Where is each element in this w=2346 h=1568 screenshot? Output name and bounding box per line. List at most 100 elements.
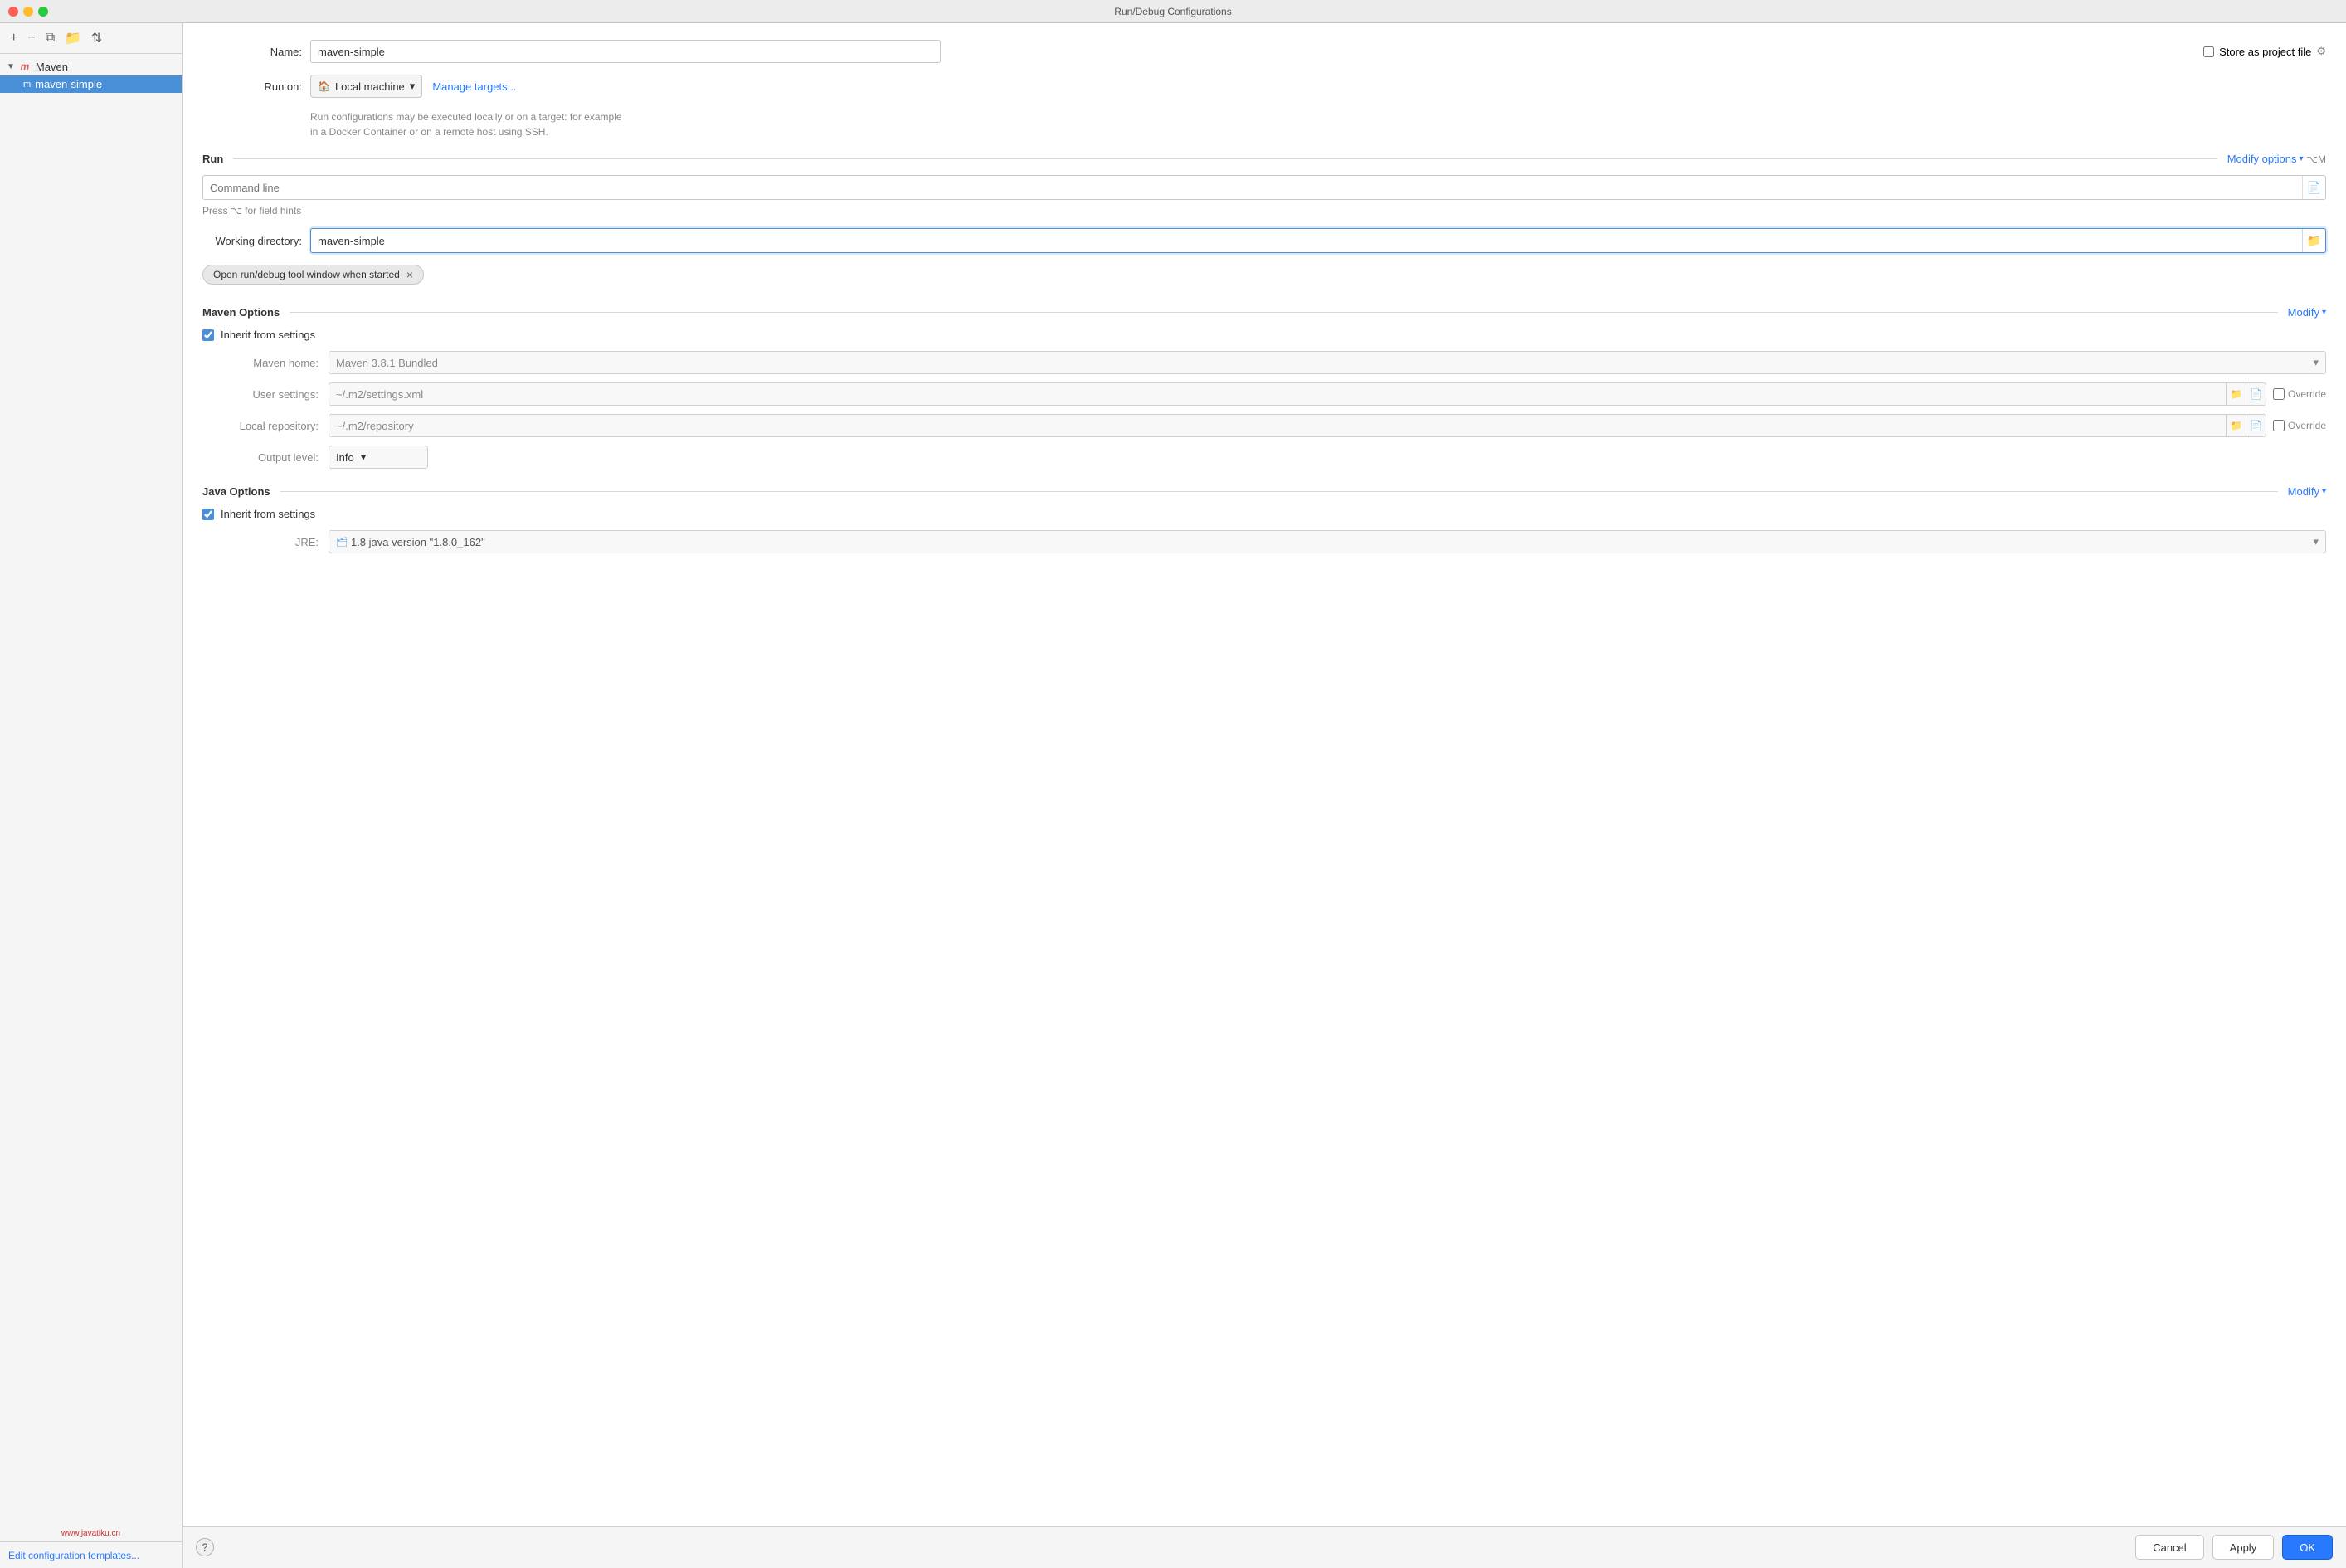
java-modify-area: Modify ▾ [2288,485,2326,498]
content-area: Name: Store as project file ⚙ Run on: 🏠 … [183,23,2346,1568]
command-line-icon-button[interactable]: 📄 [2302,176,2325,199]
store-project-file-area: Store as project file ⚙ [2203,45,2326,58]
chevron-down-icon: ▾ [2322,487,2326,496]
sort-config-button[interactable]: ⇅ [88,28,105,48]
output-level-value: Info [336,451,354,464]
maven-options-area: Inherit from settings Maven home: Maven … [202,329,2326,469]
chevron-down-icon: ▾ [2313,535,2319,548]
modify-options-button[interactable]: Modify options ▾ [2227,153,2304,165]
local-repo-override: Override [2273,420,2326,431]
local-repo-override-label: Override [2288,420,2326,431]
chevron-down-icon: ▾ [2322,308,2326,317]
modify-options-area: Modify options ▾ ⌥M [2227,153,2326,165]
working-dir-browse-button[interactable]: 📁 [2302,229,2325,252]
command-line-input[interactable] [203,182,2302,194]
user-settings-override-checkbox[interactable] [2273,388,2285,400]
run-on-label: Run on: [202,80,302,93]
user-settings-override: Override [2273,388,2326,400]
window-title: Run/Debug Configurations [1114,6,1231,17]
sidebar-item-maven-simple[interactable]: m maven-simple [0,75,182,93]
user-settings-input[interactable] [329,388,2226,401]
java-options-area: Inherit from settings JRE: 🗂 1.8 java ve… [202,508,2326,553]
run-section-title: Run [202,153,223,165]
sidebar-footer: Edit configuration templates... [0,1541,182,1568]
java-inherit-checkbox[interactable] [202,509,214,520]
content-scroll: Name: Store as project file ⚙ Run on: 🏠 … [183,23,2346,1526]
sidebar-group-label: Maven [36,61,68,73]
chevron-down-icon: ▾ [361,450,367,464]
local-repo-container: 📁 📄 [329,414,2266,437]
local-repo-doc-button[interactable]: 📄 [2246,415,2266,436]
user-settings-label: User settings: [219,388,319,401]
run-section-header: Run Modify options ▾ ⌥M [202,153,2326,165]
apply-button[interactable]: Apply [2212,1535,2275,1560]
maven-home-select[interactable]: Maven 3.8.1 Bundled ▾ [329,351,2326,374]
local-repo-input[interactable] [329,420,2226,432]
close-button[interactable] [8,7,18,17]
copy-config-button[interactable]: ⧉ [42,29,58,47]
maven-options-title: Maven Options [202,306,280,319]
chip-label: Open run/debug tool window when started [213,269,400,280]
sidebar-group-maven[interactable]: ▼ m Maven [0,57,182,75]
java-inherit-row: Inherit from settings [202,508,2326,520]
ok-button[interactable]: OK [2282,1535,2333,1560]
user-settings-folder-button[interactable]: 📁 [2226,383,2246,405]
bottom-bar: ? Cancel Apply OK [183,1526,2346,1568]
maven-divider [290,312,2277,313]
jre-value: 1.8 java version "1.8.0_162" [351,536,2314,548]
edit-templates-link[interactable]: Edit configuration templates... [8,1550,139,1561]
watermark: www.javatiku.cn [0,1526,182,1541]
run-on-select[interactable]: 🏠 Local machine ▾ [310,75,422,98]
jre-label: JRE: [219,536,319,548]
maximize-button[interactable] [38,7,48,17]
cancel-button[interactable]: Cancel [2135,1535,2203,1560]
store-project-file-label: Store as project file [2219,46,2311,58]
store-project-file-checkbox[interactable] [2203,46,2214,57]
user-settings-doc-button[interactable]: 📄 [2246,383,2266,405]
jre-select[interactable]: 🗂 1.8 java version "1.8.0_162" ▾ [329,530,2326,553]
chevron-down-icon: ▾ [2300,154,2304,163]
run-on-row: Run on: 🏠 Local machine ▾ Manage targets… [202,75,2326,98]
maven-home-label: Maven home: [219,357,319,369]
working-dir-row: Working directory: 📁 [202,228,2326,253]
manage-targets-link[interactable]: Manage targets... [432,80,516,93]
user-settings-row: User settings: 📁 📄 Override [202,382,2326,406]
gear-icon[interactable]: ⚙ [2316,45,2326,58]
folder-icon: 📁 [2307,234,2321,248]
name-input[interactable] [310,40,941,63]
maven-options-header: Maven Options Modify ▾ [202,306,2326,319]
maven-inherit-checkbox[interactable] [202,329,214,341]
maven-home-value: Maven 3.8.1 Bundled [336,357,2313,369]
local-repo-override-checkbox[interactable] [2273,420,2285,431]
help-button[interactable]: ? [196,1538,214,1556]
java-modify-label: Modify [2288,485,2319,498]
window-controls[interactable] [8,7,48,17]
add-config-button[interactable]: + [7,29,21,47]
working-dir-input[interactable] [311,235,2302,247]
main-container: + − ⧉ 📁 ⇅ ▼ m Maven m [0,23,2346,1568]
name-label: Name: [202,46,302,58]
local-repo-folder-button[interactable]: 📁 [2226,415,2246,436]
maven-inherit-row: Inherit from settings [202,329,2326,341]
jre-row: JRE: 🗂 1.8 java version "1.8.0_162" ▾ [202,530,2326,553]
folder-config-button[interactable]: 📁 [61,28,85,48]
output-level-select[interactable]: Info ▾ [329,446,428,469]
java-options-title: Java Options [202,485,270,498]
chip-close-button[interactable]: × [406,269,413,280]
sidebar-tree: ▼ m Maven m maven-simple [0,54,182,1526]
chevron-down-icon: ▼ [7,62,15,71]
local-repo-row: Local repository: 📁 📄 Override [202,414,2326,437]
remove-config-button[interactable]: − [24,29,38,47]
maven-modify-button[interactable]: Modify ▾ [2288,306,2326,319]
modify-shortcut: ⌥M [2306,153,2326,165]
minimize-button[interactable] [23,7,33,17]
titlebar: Run/Debug Configurations [0,0,2346,23]
user-settings-override-label: Override [2288,388,2326,400]
command-line-container: 📄 [202,175,2326,200]
java-modify-button[interactable]: Modify ▾ [2288,485,2326,498]
sidebar-item-label: maven-simple [35,78,102,90]
chevron-down-icon: ▾ [2313,356,2319,369]
home-icon: 🏠 [318,80,330,92]
java-divider [280,491,2278,492]
working-dir-container: 📁 [310,228,2326,253]
